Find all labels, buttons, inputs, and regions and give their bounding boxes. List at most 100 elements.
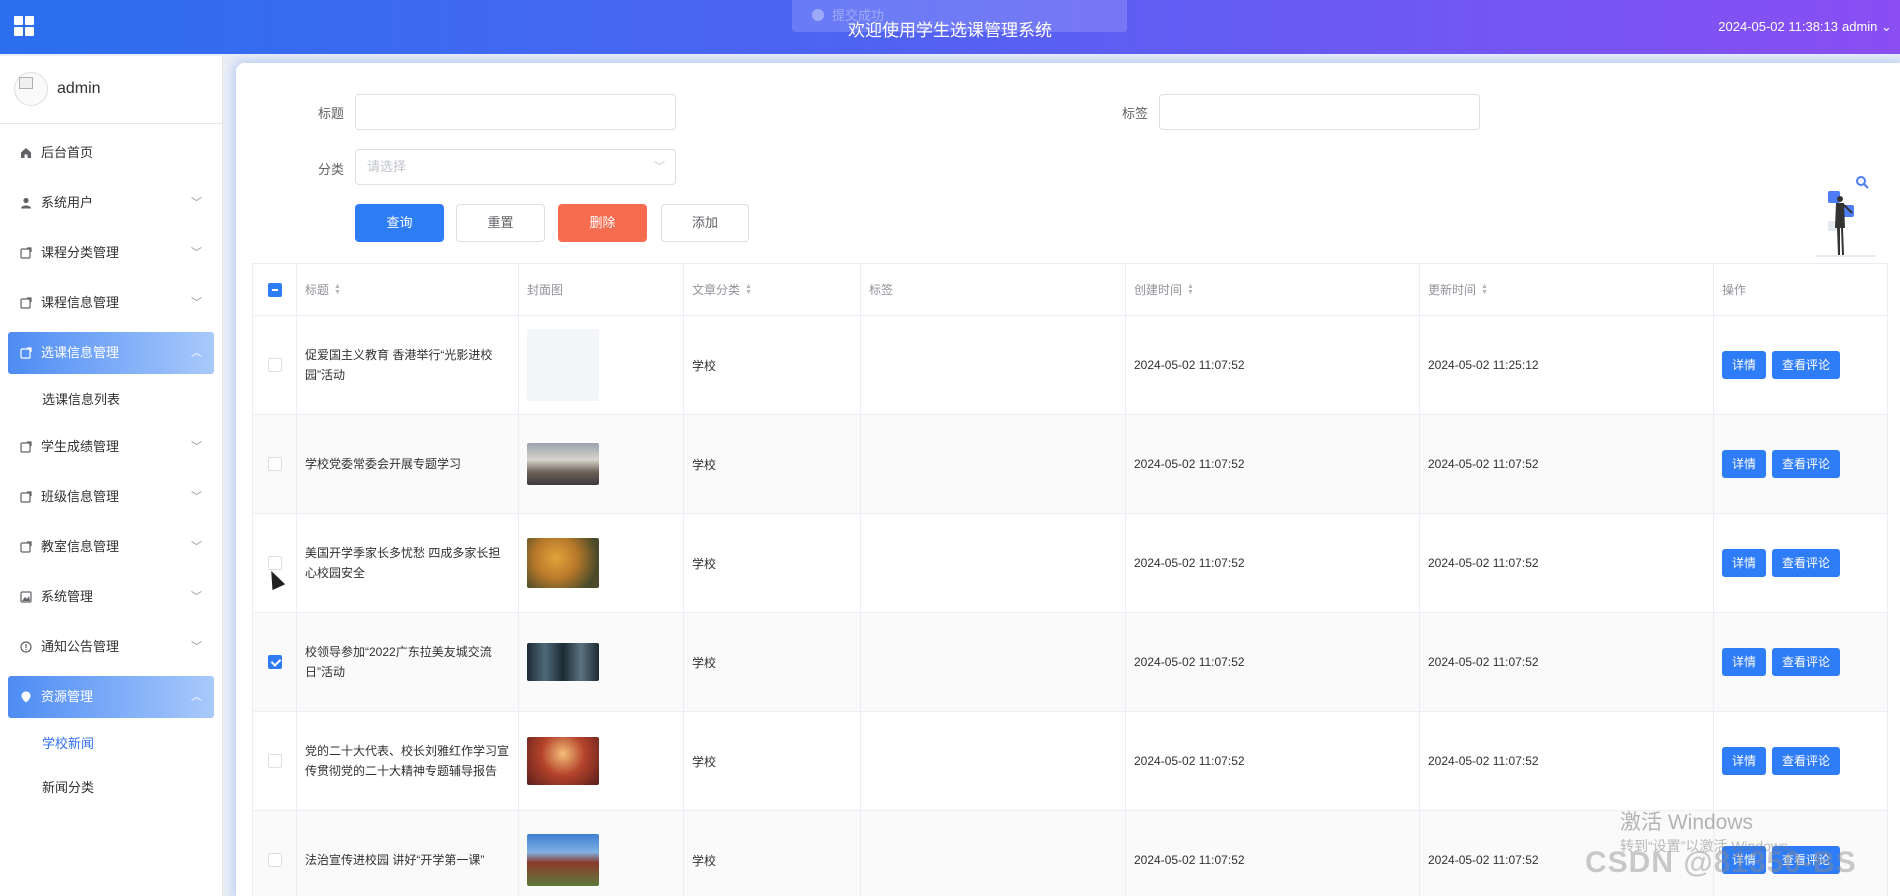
reset-button[interactable]: 重置	[456, 204, 545, 242]
column-header-updated-label: 更新时间	[1428, 283, 1477, 297]
picture-icon	[20, 591, 32, 603]
column-header-created-label: 创建时间	[1134, 283, 1183, 297]
detail-button[interactable]: 详情	[1722, 549, 1767, 577]
table-row: 党的二十大代表、校长刘雅红作学习宣传贯彻党的二十大精神专题辅导报告 学校 202…	[252, 712, 1888, 811]
row-checkbox[interactable]	[267, 754, 282, 768]
avatar	[14, 72, 48, 106]
sidebar-item-classrooms[interactable]: 教室信息管理 ﹀	[0, 522, 222, 572]
row-select-cell	[252, 415, 297, 513]
updated-cell: 2024-05-02 11:07:52	[1420, 712, 1714, 810]
tag-cell	[861, 712, 1126, 810]
select-all-checkbox[interactable]	[267, 282, 282, 297]
sidebar-item-enrollment-list[interactable]: 选课信息列表	[0, 378, 222, 422]
sort-icon[interactable]: ▲ ▼	[745, 283, 752, 296]
column-header-tag-label: 标签	[869, 283, 894, 297]
title-cell: 校领导参加“2022广东拉美友城交流日”活动	[297, 613, 519, 711]
category-cell: 学校	[684, 514, 861, 612]
view-comments-button[interactable]: 查看评论	[1772, 747, 1841, 775]
detail-button[interactable]: 详情	[1722, 648, 1767, 676]
sidebar-item-label: 课程信息管理	[41, 295, 120, 310]
cover-image	[527, 329, 599, 401]
title-input[interactable]	[355, 94, 676, 130]
sidebar: admin 后台首页 系统用户 ﹀ 课程分类管理 ﹀ 课程信息管理 ﹀ 选课信息管理 ︿…	[0, 56, 223, 896]
actions-cell: 详情 查看评论	[1714, 316, 1888, 414]
table-row: 美国开学季家长多忧愁 四成多家长担心校园安全 学校 2024-05-02 11:…	[252, 514, 1888, 613]
main-panel: 标题 标签 分类 请选择 ﹀ 查询 重置 删除 添加 标题 ▲ ▼ 封面图 文章分类…	[236, 63, 1900, 896]
document-icon	[20, 347, 32, 359]
chevron-down-icon: ﹀	[191, 441, 202, 453]
column-header-cover: 封面图	[519, 264, 684, 315]
query-button[interactable]: 查询	[355, 204, 444, 242]
tag-cell	[861, 514, 1126, 612]
sidebar-item-label: 通知公告管理	[41, 639, 120, 654]
sidebar-item-home[interactable]: 后台首页	[0, 128, 222, 178]
sidebar-item-label: 系统用户	[41, 195, 94, 210]
category-cell: 学校	[684, 712, 861, 810]
row-checkbox[interactable]	[267, 853, 282, 867]
sidebar-item-notices[interactable]: 通知公告管理 ﹀	[0, 622, 222, 672]
column-header-updated[interactable]: 更新时间 ▲ ▼	[1420, 264, 1714, 315]
sidebar-item-grades[interactable]: 学生成绩管理 ﹀	[0, 422, 222, 472]
csdn-watermark: CSDN @81350-BS	[1585, 846, 1857, 879]
created-cell: 2024-05-02 11:07:52	[1126, 316, 1420, 414]
tag-cell	[861, 415, 1126, 513]
category-placeholder: 请选择	[367, 159, 407, 174]
detail-button[interactable]: 详情	[1722, 747, 1767, 775]
cover-cell	[519, 415, 684, 513]
actions-cell: 详情 查看评论	[1714, 613, 1888, 711]
created-cell: 2024-05-02 11:07:52	[1126, 514, 1420, 612]
category-select[interactable]: 请选择 ﹀	[355, 149, 676, 185]
sidebar-item-enrollment[interactable]: 选课信息管理 ︿	[8, 332, 214, 374]
view-comments-button[interactable]: 查看评论	[1772, 450, 1841, 478]
cover-image	[527, 443, 599, 485]
delete-button[interactable]: 删除	[558, 204, 647, 242]
title-cell: 党的二十大代表、校长刘雅红作学习宣传贯彻党的二十大精神专题辅导报告	[297, 712, 519, 810]
sidebar-item-system-users[interactable]: 系统用户 ﹀	[0, 178, 222, 228]
sidebar-item-label: 系统管理	[41, 589, 94, 604]
title-cell: 法治宣传进校园 讲好“开学第一课”	[297, 811, 519, 896]
sort-icon[interactable]: ▲ ▼	[1481, 283, 1488, 296]
cover-image	[527, 643, 599, 681]
detail-button[interactable]: 详情	[1722, 351, 1767, 379]
cover-image	[527, 538, 599, 588]
add-button[interactable]: 添加	[661, 204, 749, 242]
sidebar-item-resources[interactable]: 资源管理 ︿	[8, 676, 214, 718]
sidebar-item-news-category[interactable]: 新闻分类	[0, 766, 222, 810]
column-header-title-label: 标题	[305, 282, 330, 297]
sidebar-item-label: 选课信息管理	[41, 345, 120, 360]
sidebar-item-system[interactable]: 系统管理 ﹀	[0, 572, 222, 622]
row-select-cell	[252, 514, 297, 612]
chevron-down-icon: ﹀	[191, 591, 202, 603]
cover-image	[527, 737, 599, 785]
category-cell: 学校	[684, 415, 861, 513]
sidebar-item-label: 学校新闻	[42, 736, 95, 751]
sidebar-item-label: 后台首页	[41, 145, 94, 160]
sort-icon[interactable]: ▲ ▼	[334, 283, 341, 296]
row-checkbox[interactable]	[267, 655, 282, 669]
column-header-created[interactable]: 创建时间 ▲ ▼	[1126, 264, 1420, 315]
column-header-category[interactable]: 文章分类 ▲ ▼	[684, 264, 861, 315]
updated-cell: 2024-05-02 11:07:52	[1420, 415, 1714, 513]
title-cell: 美国开学季家长多忧愁 四成多家长担心校园安全	[297, 514, 519, 612]
sidebar-item-classes[interactable]: 班级信息管理 ﹀	[0, 472, 222, 522]
user-menu[interactable]: admin ⌄	[1842, 19, 1900, 35]
row-checkbox[interactable]	[267, 358, 282, 372]
sidebar-item-school-news[interactable]: 学校新闻	[0, 722, 222, 766]
view-comments-button[interactable]: 查看评论	[1772, 648, 1841, 676]
cover-cell	[519, 712, 684, 810]
column-header-title[interactable]: 标题 ▲ ▼	[297, 264, 519, 315]
created-cell: 2024-05-02 11:07:52	[1126, 613, 1420, 711]
sort-icon[interactable]: ▲ ▼	[1187, 283, 1194, 296]
sidebar-item-course-category[interactable]: 课程分类管理 ﹀	[0, 228, 222, 278]
top-header: 提交成功 欢迎使用学生选课管理系统 2024-05-02 11:38:13 ad…	[0, 0, 1900, 54]
actions-cell: 详情 查看评论	[1714, 712, 1888, 810]
view-comments-button[interactable]: 查看评论	[1772, 351, 1841, 379]
view-comments-button[interactable]: 查看评论	[1772, 549, 1841, 577]
category-cell: 学校	[684, 613, 861, 711]
tag-input[interactable]	[1159, 94, 1480, 130]
detail-button[interactable]: 详情	[1722, 450, 1767, 478]
row-checkbox[interactable]	[267, 457, 282, 471]
actions-cell: 详情 查看评论	[1714, 514, 1888, 612]
sidebar-item-course-info[interactable]: 课程信息管理 ﹀	[0, 278, 222, 328]
row-select-cell	[252, 811, 297, 896]
